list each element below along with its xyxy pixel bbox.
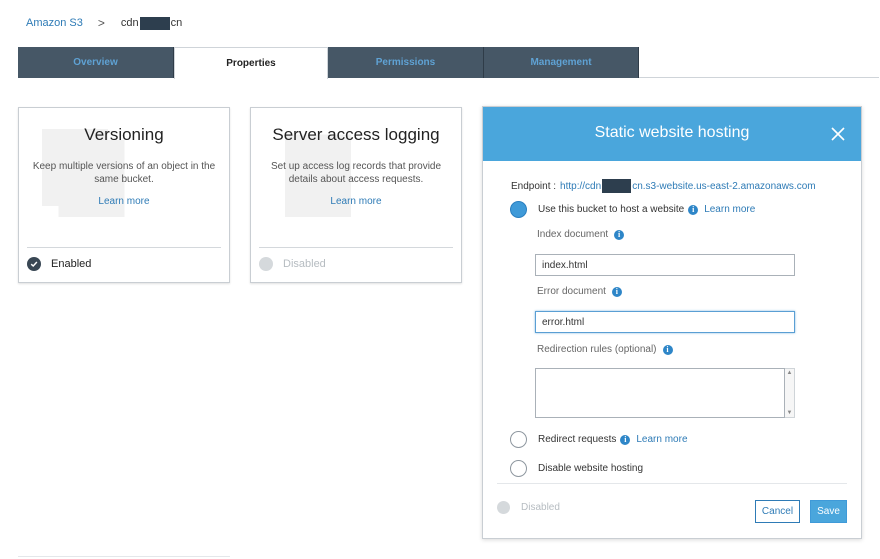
endpoint-url-prefix: http://cdn bbox=[560, 180, 602, 192]
error-document-label-row: Error document i bbox=[537, 286, 622, 297]
card-divider bbox=[259, 247, 453, 248]
host-website-label[interactable]: Use this bucket to host a website bbox=[538, 204, 684, 215]
breadcrumb-amazon-s3-link[interactable]: Amazon S3 bbox=[26, 17, 83, 29]
index-document-input[interactable] bbox=[535, 254, 795, 276]
panel-header: Static website hosting bbox=[483, 107, 861, 161]
disable-hosting-label[interactable]: Disable website hosting bbox=[538, 463, 643, 474]
logging-status-label: Disabled bbox=[283, 258, 326, 270]
logging-status: Disabled bbox=[259, 257, 326, 271]
redirection-rules-textarea[interactable] bbox=[535, 368, 785, 418]
redirect-requests-radio[interactable] bbox=[510, 431, 527, 448]
index-document-label: Index document bbox=[537, 229, 609, 240]
endpoint-row: Endpoint : http://cdn cn.s3-website.us-e… bbox=[511, 179, 816, 193]
disable-hosting-radio[interactable] bbox=[510, 460, 527, 477]
textarea-scrollbar[interactable]: ▲ ▼ bbox=[785, 368, 795, 418]
panel-status-label: Disabled bbox=[521, 502, 560, 513]
redaction-block bbox=[139, 16, 170, 30]
error-document-input[interactable] bbox=[535, 311, 795, 333]
bottom-divider bbox=[18, 556, 230, 557]
scroll-up-icon[interactable]: ▲ bbox=[787, 370, 793, 376]
info-icon[interactable]: i bbox=[614, 229, 625, 240]
breadcrumb-separator: > bbox=[97, 16, 105, 30]
server-access-logging-card[interactable]: Server access logging Set up access log … bbox=[250, 107, 462, 283]
tab-properties[interactable]: Properties bbox=[174, 47, 328, 79]
tab-permissions[interactable]: Permissions bbox=[328, 47, 484, 78]
logging-title: Server access logging bbox=[272, 125, 440, 144]
panel-status: Disabled bbox=[497, 501, 560, 514]
scroll-down-icon[interactable]: ▼ bbox=[787, 410, 793, 416]
cancel-button[interactable]: Cancel bbox=[755, 500, 800, 523]
error-document-label: Error document bbox=[537, 286, 606, 297]
info-icon[interactable]: i bbox=[611, 286, 622, 297]
redirect-requests-option: Redirect requests i Learn more bbox=[510, 431, 688, 448]
versioning-title: Versioning bbox=[84, 125, 164, 144]
tab-management[interactable]: Management bbox=[484, 47, 639, 78]
logging-learn-more-link[interactable]: Learn more bbox=[251, 196, 461, 207]
disabled-dot-icon bbox=[497, 501, 510, 514]
endpoint-url-suffix: cn.s3-website.us-east-2.amazonaws.com bbox=[632, 180, 816, 192]
disabled-dot-icon bbox=[259, 257, 273, 271]
tab-bar: Overview Properties Permissions Manageme… bbox=[18, 47, 879, 79]
bucket-name-prefix: cdn bbox=[120, 17, 139, 29]
info-icon[interactable]: i bbox=[662, 344, 673, 355]
breadcrumb-bucket-name: cdn cn bbox=[120, 16, 183, 30]
host-website-learn-more-link[interactable]: Learn more bbox=[704, 204, 755, 215]
redirection-rules-label: Redirection rules (optional) bbox=[537, 344, 657, 355]
save-button[interactable]: Save bbox=[810, 500, 847, 523]
info-icon[interactable]: i bbox=[620, 434, 631, 445]
redirect-requests-label[interactable]: Redirect requests bbox=[538, 434, 616, 445]
panel-title: Static website hosting bbox=[594, 124, 750, 141]
info-icon[interactable]: i bbox=[688, 204, 699, 215]
redaction-block bbox=[602, 179, 632, 193]
redirection-rules-label-row: Redirection rules (optional) i bbox=[537, 344, 673, 355]
card-divider bbox=[27, 247, 221, 248]
host-website-option: Use this bucket to host a website i Lear… bbox=[510, 201, 755, 218]
host-website-radio[interactable] bbox=[510, 201, 527, 218]
redirect-requests-learn-more-link[interactable]: Learn more bbox=[636, 434, 687, 445]
logging-description: Set up access log records that provide d… bbox=[270, 161, 442, 185]
versioning-card[interactable]: Versioning Keep multiple versions of an … bbox=[18, 107, 230, 283]
panel-footer-divider bbox=[497, 483, 847, 484]
versioning-status: Enabled bbox=[27, 257, 91, 271]
versioning-learn-more-link[interactable]: Learn more bbox=[19, 196, 229, 207]
close-icon[interactable] bbox=[830, 126, 846, 142]
static-website-hosting-panel: Static website hosting Endpoint : http:/… bbox=[482, 106, 862, 539]
tab-overview[interactable]: Overview bbox=[18, 47, 174, 78]
disable-hosting-option: Disable website hosting bbox=[510, 460, 643, 477]
bucket-name-suffix: cn bbox=[170, 17, 183, 29]
versioning-status-label: Enabled bbox=[51, 258, 92, 270]
breadcrumb: Amazon S3 > cdn cn bbox=[26, 16, 182, 30]
versioning-description: Keep multiple versions of an object in t… bbox=[32, 161, 216, 185]
index-document-label-row: Index document i bbox=[537, 229, 625, 240]
endpoint-label: Endpoint : bbox=[511, 180, 557, 192]
endpoint-url-link[interactable]: http://cdn cn.s3-website.us-east-2.amazo… bbox=[560, 179, 816, 193]
check-circle-icon bbox=[27, 257, 41, 271]
